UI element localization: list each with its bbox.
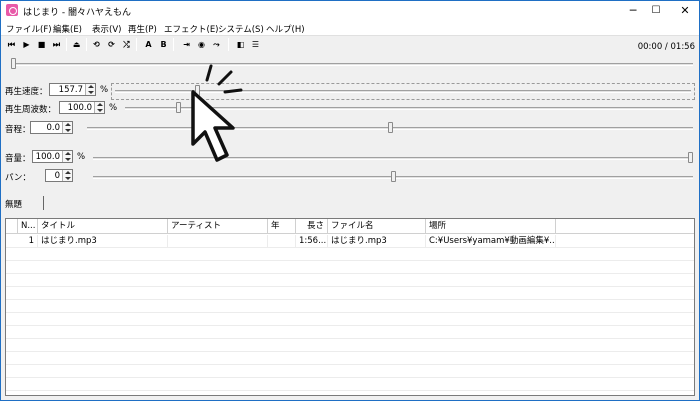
toolbar-separator bbox=[66, 38, 67, 51]
frequency-slider-thumb[interactable] bbox=[175, 102, 181, 113]
playlist-header: N... タイトル アーティスト 年 長さ ファイル名 場所 bbox=[6, 219, 694, 234]
frequency-spinbox[interactable]: 100.0 bbox=[59, 101, 105, 114]
position-slider-track[interactable] bbox=[11, 63, 693, 66]
menu-edit[interactable]: 編集(E) bbox=[53, 23, 82, 35]
row-filename: はじまり.mp3 bbox=[328, 235, 426, 248]
toolbar: ⏮ ▶ ■ ⏭ ⏏ ⟲ ⟳ ⤮ A B ⇥ ◉ ⤳ ◧ ☰ 00:00 / 01… bbox=[1, 36, 699, 54]
table-row[interactable] bbox=[6, 261, 694, 274]
table-row[interactable] bbox=[6, 339, 694, 352]
tab-untitled[interactable]: 無題 bbox=[5, 198, 22, 210]
marker-play-icon[interactable]: ⇥ bbox=[181, 39, 192, 50]
app-icon[interactable] bbox=[6, 4, 18, 16]
column-header-marker[interactable] bbox=[6, 219, 18, 234]
row-length: 1:56... bbox=[296, 235, 328, 248]
menu-play[interactable]: 再生(P) bbox=[128, 23, 157, 35]
column-header-title[interactable]: タイトル bbox=[38, 219, 168, 234]
row-title: はじまり.mp3 bbox=[38, 235, 168, 248]
table-row[interactable] bbox=[6, 313, 694, 326]
column-header-filename[interactable]: ファイル名 bbox=[328, 219, 426, 234]
toolbar-separator bbox=[86, 38, 87, 51]
pan-label: パン： bbox=[5, 173, 31, 183]
title-bar[interactable]: はじまり - 闇々ハヤえもん ─ ☐ ✕ bbox=[1, 1, 699, 20]
speed-stepper[interactable] bbox=[85, 84, 95, 95]
mouse-cursor-icon bbox=[191, 64, 243, 162]
playlist-tab-strip: 無題 bbox=[1, 196, 699, 214]
pan-spinbox[interactable]: 0 bbox=[45, 169, 73, 182]
table-row[interactable] bbox=[6, 326, 694, 339]
toolbar-separator bbox=[173, 38, 174, 51]
marker-add-icon[interactable]: ◉ bbox=[196, 39, 207, 50]
playlist-view-icon[interactable]: ☰ bbox=[250, 39, 261, 50]
volume-spinbox[interactable]: 100.0 bbox=[32, 150, 73, 163]
pitch-slider-thumb[interactable] bbox=[387, 122, 393, 133]
table-row[interactable] bbox=[6, 248, 694, 261]
row-year bbox=[268, 235, 296, 248]
volume-stepper[interactable] bbox=[62, 151, 72, 162]
volume-unit: % bbox=[77, 152, 86, 162]
speed-spinbox[interactable]: 157.7 bbox=[49, 83, 96, 96]
row-number: 1 bbox=[18, 235, 38, 248]
ab-loop-a-button[interactable]: A bbox=[143, 39, 154, 50]
table-row[interactable] bbox=[6, 378, 694, 391]
pitch-spinbox[interactable]: 0.0 bbox=[30, 121, 73, 134]
play-icon[interactable]: ▶ bbox=[21, 39, 32, 50]
eject-icon[interactable]: ⏏ bbox=[71, 39, 82, 50]
marker-delete-icon[interactable]: ⤳ bbox=[211, 39, 222, 50]
table-row[interactable] bbox=[6, 274, 694, 287]
speed-label: 再生速度： bbox=[5, 87, 48, 97]
frequency-stepper[interactable] bbox=[94, 102, 104, 113]
row-location: C:¥Users¥yamam¥動画編集¥... bbox=[426, 235, 556, 248]
frequency-label: 再生周波数： bbox=[5, 105, 57, 115]
volume-label: 音量： bbox=[5, 154, 31, 164]
column-header-year[interactable]: 年 bbox=[268, 219, 296, 234]
random-icon[interactable]: ⤮ bbox=[121, 39, 132, 50]
repeat-one-icon[interactable]: ⟲ bbox=[91, 39, 102, 50]
time-display: 00:00 / 01:56 bbox=[637, 42, 695, 52]
speed-value[interactable]: 157.7 bbox=[59, 85, 83, 95]
pan-stepper[interactable] bbox=[62, 170, 72, 181]
volume-slider-thumb[interactable] bbox=[688, 152, 693, 163]
menu-bar: ファイル(F) 編集(E) 表示(V) 再生(P) エフェクト(E) システム(… bbox=[1, 20, 699, 36]
column-header-number[interactable]: N... bbox=[18, 219, 38, 234]
menu-help[interactable]: ヘルプ(H) bbox=[266, 23, 305, 35]
table-row[interactable] bbox=[6, 365, 694, 378]
pitch-stepper[interactable] bbox=[62, 122, 72, 133]
pan-value[interactable]: 0 bbox=[55, 171, 60, 181]
table-row[interactable] bbox=[6, 287, 694, 300]
pan-slider-thumb[interactable] bbox=[390, 171, 396, 182]
column-header-location[interactable]: 場所 bbox=[426, 219, 556, 234]
table-row[interactable] bbox=[6, 300, 694, 313]
menu-file[interactable]: ファイル(F) bbox=[6, 23, 52, 35]
repeat-all-icon[interactable]: ⟳ bbox=[106, 39, 117, 50]
table-row[interactable] bbox=[6, 352, 694, 365]
frequency-value[interactable]: 100.0 bbox=[68, 103, 92, 113]
volume-value[interactable]: 100.0 bbox=[36, 152, 60, 162]
row-artist bbox=[168, 235, 268, 248]
column-header-artist[interactable]: アーティスト bbox=[168, 219, 268, 234]
menu-system[interactable]: システム(S) bbox=[218, 23, 264, 35]
previous-track-icon[interactable]: ⏮ bbox=[6, 39, 17, 50]
speed-unit: % bbox=[100, 85, 109, 95]
playlist-table[interactable]: N... タイトル アーティスト 年 長さ ファイル名 場所 1 はじまり.mp… bbox=[5, 218, 695, 396]
pitch-value[interactable]: 0.0 bbox=[46, 123, 60, 133]
column-header-length[interactable]: 長さ bbox=[296, 219, 328, 234]
menu-view[interactable]: 表示(V) bbox=[92, 23, 121, 35]
toolbar-separator bbox=[228, 38, 229, 51]
toolbar-separator bbox=[136, 38, 137, 51]
frequency-unit: % bbox=[109, 103, 118, 113]
stop-icon[interactable]: ■ bbox=[36, 39, 47, 50]
explorer-view-icon[interactable]: ◧ bbox=[235, 39, 246, 50]
tab-separator bbox=[43, 196, 44, 210]
close-button[interactable]: ✕ bbox=[665, 1, 700, 20]
menu-effect[interactable]: エフェクト(E) bbox=[164, 23, 219, 35]
window-title: はじまり - 闇々ハヤえもん bbox=[23, 8, 131, 18]
position-slider-thumb[interactable] bbox=[11, 58, 16, 69]
app-window: はじまり - 闇々ハヤえもん ─ ☐ ✕ ファイル(F) 編集(E) 表示(V)… bbox=[0, 0, 700, 401]
pitch-label: 音程： bbox=[5, 125, 31, 135]
table-row[interactable]: 1 はじまり.mp3 1:56... はじまり.mp3 C:¥Users¥yam… bbox=[6, 235, 694, 248]
next-track-icon[interactable]: ⏭ bbox=[51, 39, 62, 50]
ab-loop-b-button[interactable]: B bbox=[158, 39, 169, 50]
